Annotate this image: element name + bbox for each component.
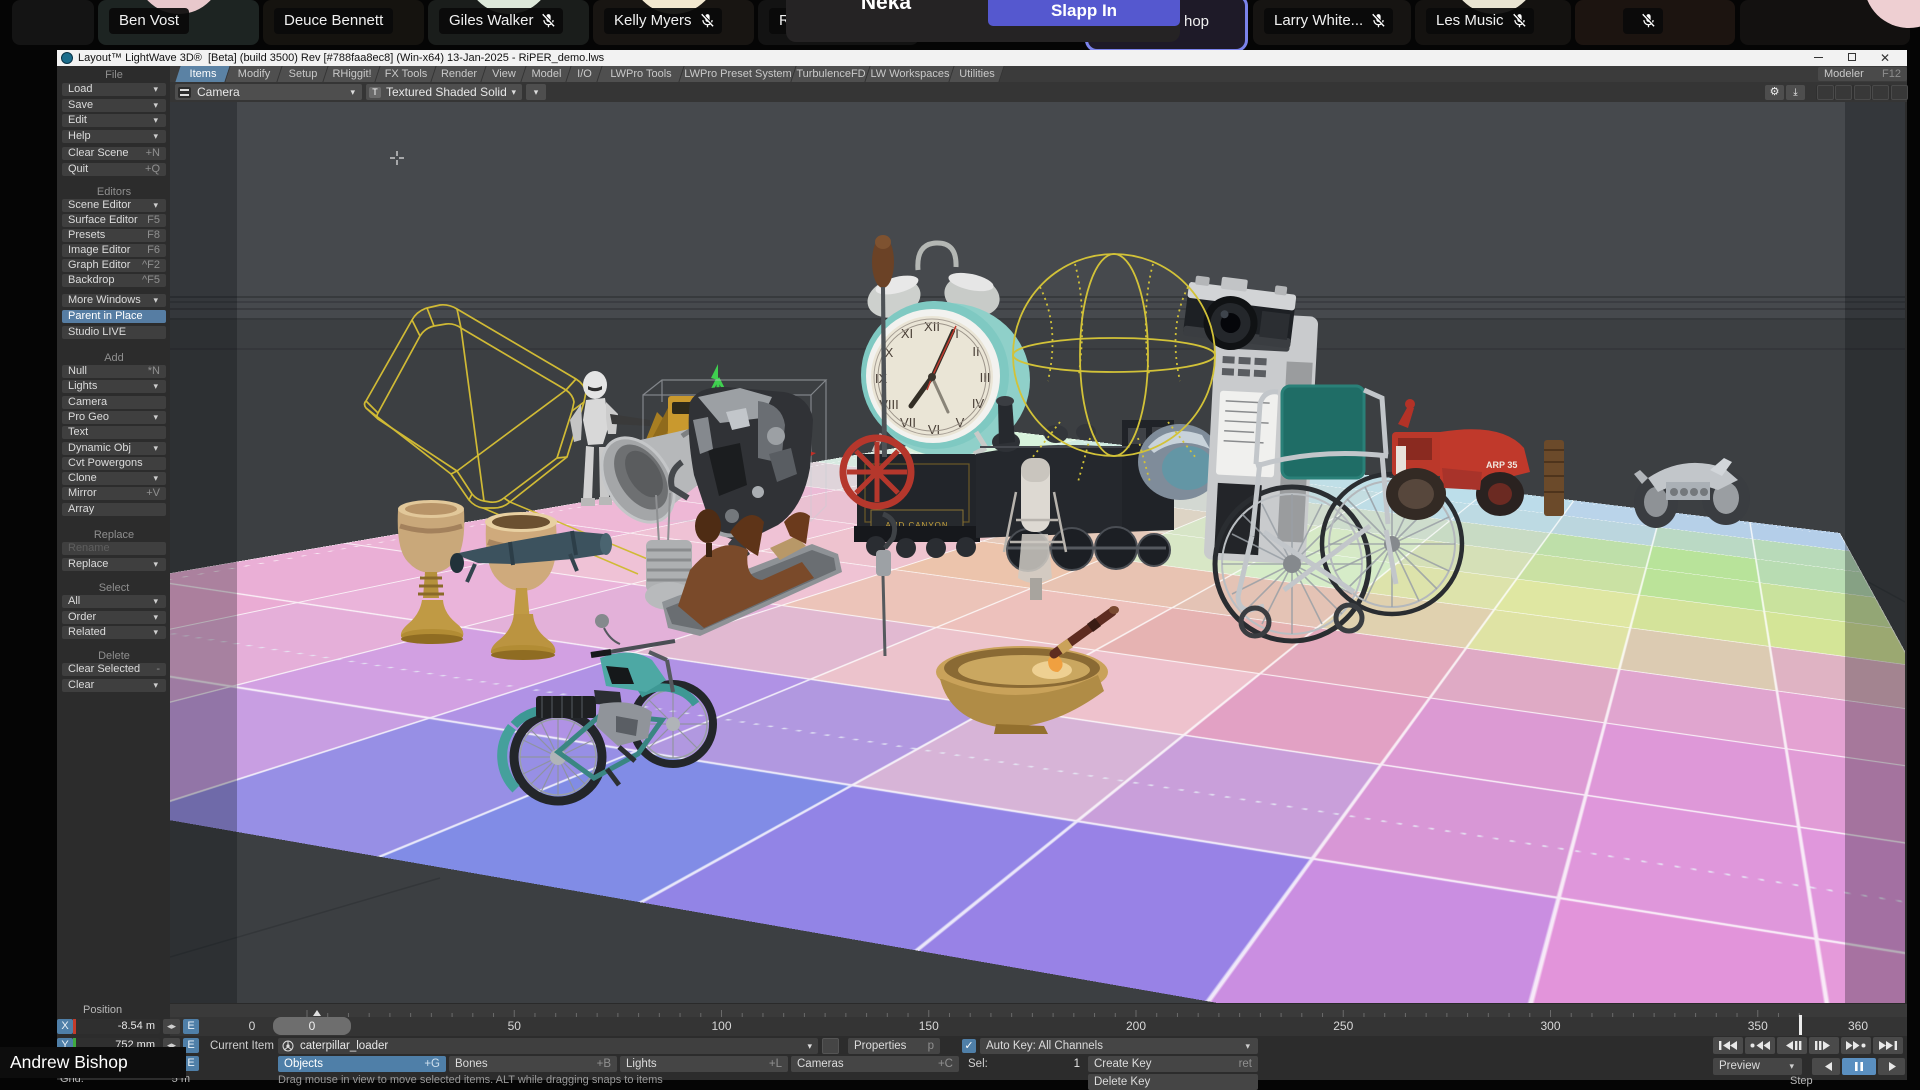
svg-text:IV: IV <box>972 396 985 411</box>
svg-text:XI: XI <box>901 326 913 341</box>
svg-text:X: X <box>885 345 894 360</box>
svg-text:ARP 35: ARP 35 <box>1486 460 1517 470</box>
svg-text:III: III <box>980 370 991 385</box>
svg-text:XII: XII <box>924 319 940 334</box>
